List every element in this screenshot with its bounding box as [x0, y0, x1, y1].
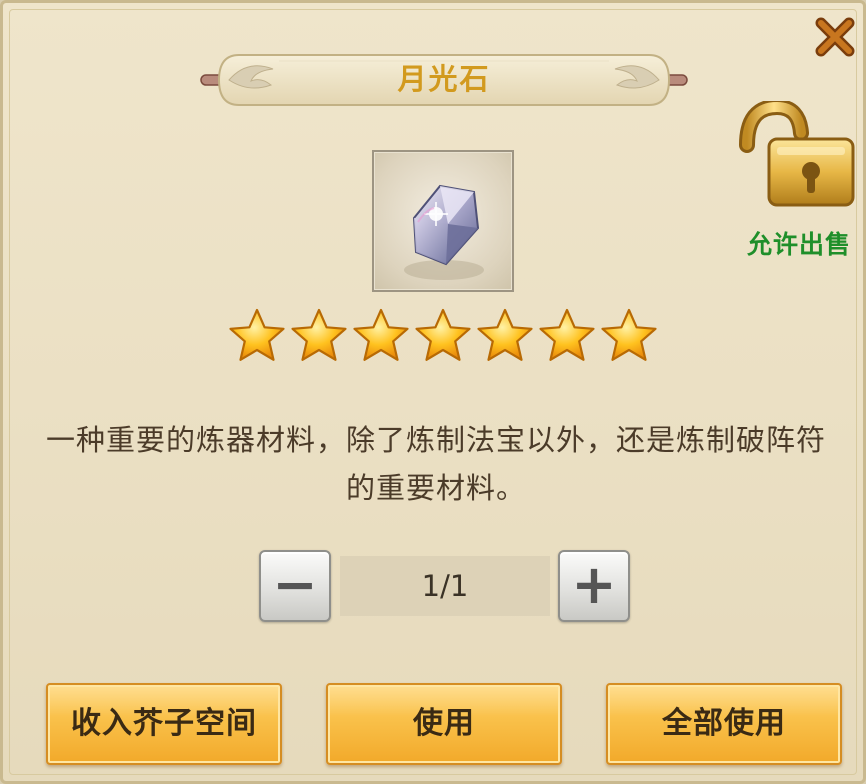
close-button[interactable] — [811, 13, 859, 61]
use-all-button[interactable]: 全部使用 — [606, 683, 842, 765]
moonstone-crystal-icon — [404, 184, 484, 280]
quantity-display: 1/1 — [340, 556, 550, 616]
store-to-space-button[interactable]: 收入芥子空间 — [46, 683, 282, 765]
minus-icon: − — [272, 553, 318, 616]
star-icon — [289, 307, 349, 367]
title-banner: 月光石 — [199, 47, 689, 113]
item-title: 月光石 — [397, 62, 491, 96]
use-label: 使用 — [413, 706, 475, 741]
unlocked-padlock-icon — [739, 101, 855, 207]
star-icon — [537, 307, 597, 367]
decrease-quantity-button[interactable]: − — [259, 550, 331, 622]
allow-sell-toggle[interactable]: 允许出售 — [737, 101, 861, 263]
item-icon-frame — [372, 150, 514, 292]
use-button[interactable]: 使用 — [326, 683, 562, 765]
star-icon — [413, 307, 473, 367]
plus-icon: + — [571, 553, 617, 616]
star-icon — [351, 307, 411, 367]
store-to-space-label: 收入芥子空间 — [71, 706, 257, 741]
star-icon — [227, 307, 287, 367]
increase-quantity-button[interactable]: + — [558, 550, 630, 622]
use-all-label: 全部使用 — [662, 706, 786, 741]
star-rating — [227, 307, 661, 367]
star-icon — [475, 307, 535, 367]
close-x-icon — [815, 17, 855, 57]
allow-sell-label: 允许出售 — [746, 230, 851, 259]
item-description: 一种重要的炼器材料，除了炼制法宝以外，还是炼制破阵符的重要材料。 — [45, 423, 826, 505]
item-detail-panel: 月光石 允许出售 一种重要的炼器材料，除了炼制法宝以外，还是炼制破阵符的重要材料… — [0, 0, 866, 784]
star-icon — [599, 307, 659, 367]
